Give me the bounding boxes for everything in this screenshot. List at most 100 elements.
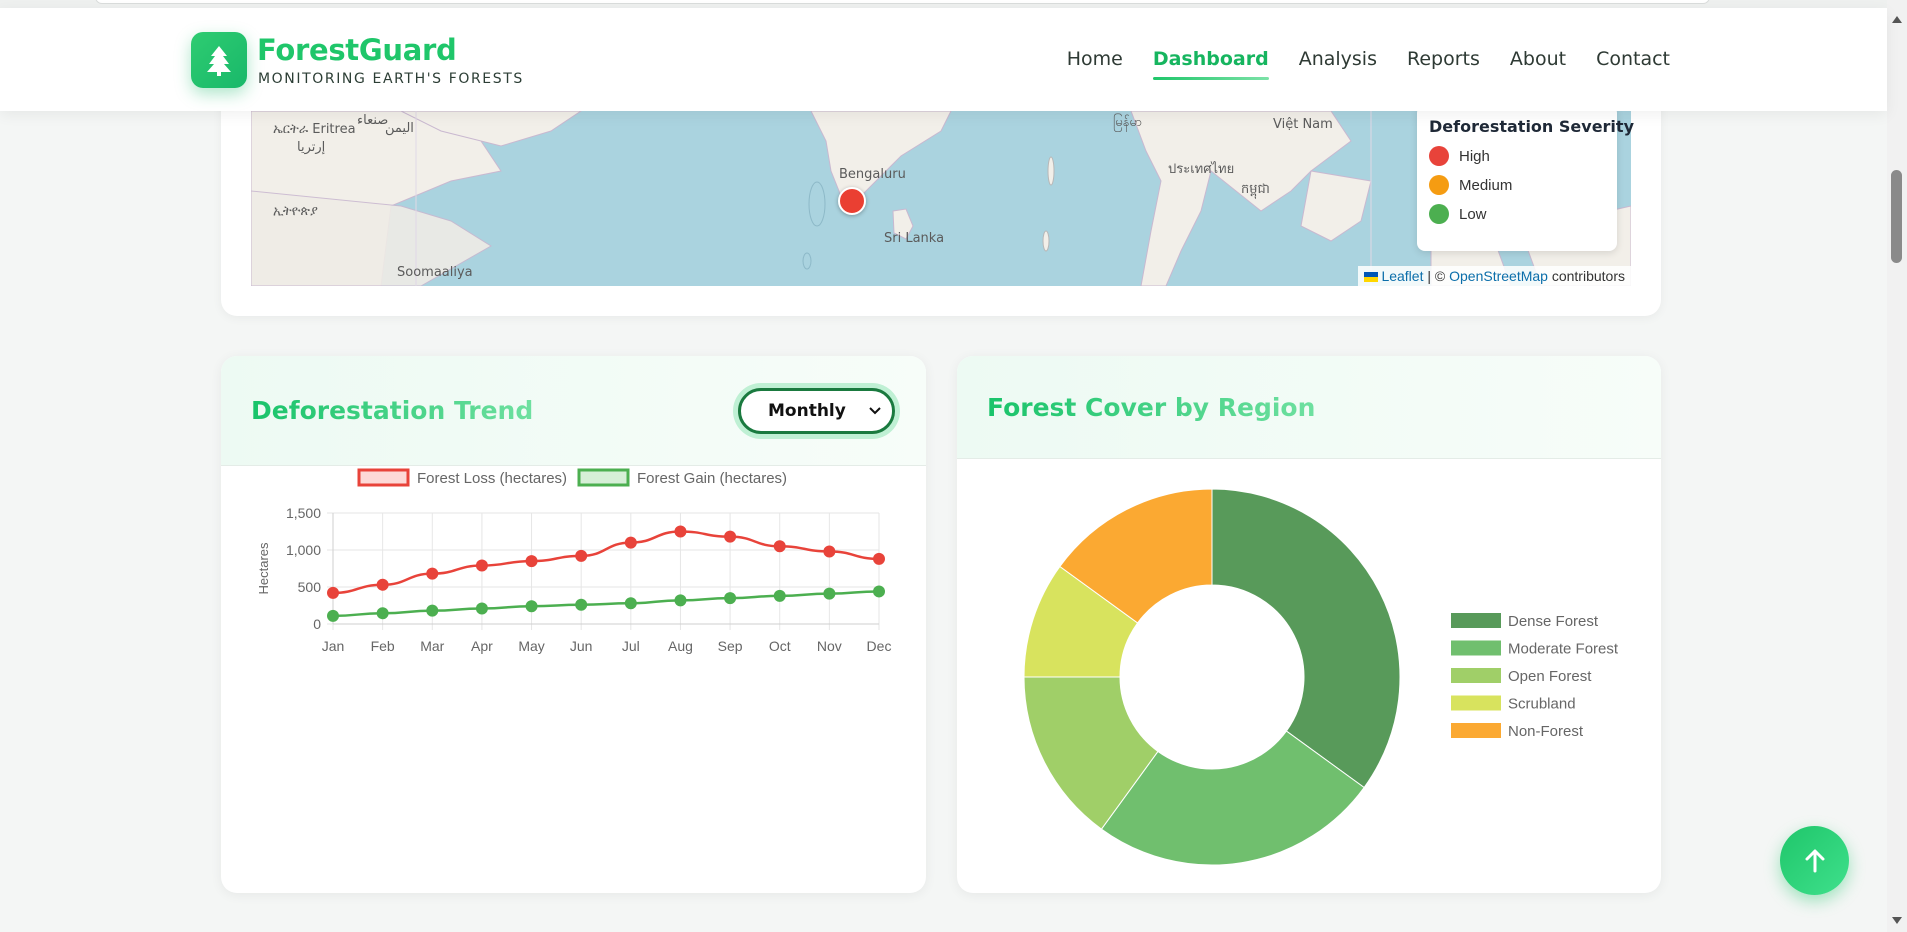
donut-slice: [1211, 488, 1401, 789]
legend-swatch: [1451, 668, 1501, 683]
tree-icon: [207, 46, 231, 76]
legend-label-medium: Medium: [1459, 176, 1513, 194]
legend-swatch: [1451, 640, 1501, 656]
period-select[interactable]: Monthly: [738, 388, 895, 434]
legend-label-loss: Forest Loss (hectares): [417, 470, 567, 487]
legend-swatch: [1451, 695, 1501, 711]
legend-item-high: High: [1429, 146, 1605, 166]
scroll-up-arrow-icon[interactable]: [1891, 14, 1903, 24]
legend-label: Moderate Forest: [1508, 641, 1619, 658]
legend-dot-medium: [1429, 175, 1449, 195]
data-point-gain: [525, 600, 538, 613]
map-label-eritrea: ኤርትራ Eritrea: [273, 122, 356, 137]
map-label-ethiopia: ኢትዮጵያ: [273, 204, 318, 219]
brand-name[interactable]: ForestGuard: [257, 33, 457, 67]
data-point-loss: [525, 555, 538, 568]
leaflet-link[interactable]: Leaflet: [1381, 268, 1423, 284]
chevron-down-icon: [869, 407, 881, 415]
data-point-loss: [475, 559, 488, 572]
legend-swatch: [1451, 723, 1501, 738]
deforestation-trend-card: Deforestation Trend Monthly 0 500 1,000 1,5…: [221, 356, 926, 893]
scroll-to-top-button[interactable]: [1780, 826, 1849, 895]
data-point-gain: [823, 587, 836, 600]
data-point-gain: [873, 585, 885, 598]
legend-label-low: Low: [1459, 205, 1487, 223]
x-tick-label: Mar: [420, 638, 444, 654]
data-point-gain: [724, 592, 737, 605]
scrollbar-thumb[interactable]: [1891, 170, 1902, 263]
logo[interactable]: [191, 32, 247, 88]
x-tick-label: Aug: [668, 638, 693, 654]
trend-chart: 0 500 1,000 1,500 Jan Feb Mar Apr May Jun Jul Aug Se…: [256, 468, 892, 654]
data-point-gain: [624, 597, 637, 610]
map-label-cambodia: កម្ពុជា: [1241, 182, 1270, 197]
forest-cover-card: Forest Cover by Region Dense Forest Moder…: [957, 356, 1661, 893]
nav-reports[interactable]: Reports: [1407, 48, 1480, 70]
map-label-myanmar: မြန်မာ: [1113, 115, 1143, 130]
address-bar-edge: [95, 0, 1710, 4]
data-point-loss: [376, 578, 389, 591]
nav-contact[interactable]: Contact: [1596, 48, 1670, 70]
map-label-somalia: Soomaaliya: [397, 265, 473, 280]
scroll-down-arrow-icon[interactable]: [1891, 916, 1903, 926]
data-point-gain: [575, 598, 588, 611]
x-tick-label: Dec: [867, 638, 892, 654]
series-line-gain: [332, 590, 880, 618]
x-tick-label: Apr: [471, 638, 493, 654]
data-point-loss: [674, 525, 687, 538]
nav-analysis[interactable]: Analysis: [1299, 48, 1377, 70]
x-tick-label: Jul: [622, 638, 640, 654]
data-point-loss: [724, 530, 737, 543]
data-point-loss: [624, 536, 637, 549]
page-scrollbar[interactable]: [1887, 0, 1907, 932]
map-label-sanaa: صنعاء: [357, 113, 389, 128]
data-point-loss: [575, 549, 588, 562]
nav-dashboard[interactable]: Dashboard: [1152, 48, 1269, 80]
x-tick-label: Nov: [817, 638, 842, 654]
period-select-value: Monthly: [768, 401, 846, 421]
y-axis-title: Hectares: [256, 542, 271, 595]
map-legend-title: Deforestation Severity: [1429, 117, 1634, 136]
x-tick-label: Feb: [371, 638, 395, 654]
x-tick-label: Jan: [322, 638, 345, 654]
trend-card-header: Deforestation Trend Monthly: [221, 356, 926, 466]
legend-swatch: [1451, 613, 1501, 628]
osm-link[interactable]: OpenStreetMap: [1449, 268, 1548, 284]
map-attribution: Leaflet | © OpenStreetMap contributors: [1358, 266, 1631, 286]
data-point-loss: [426, 567, 439, 580]
trend-card-title: Deforestation Trend: [251, 396, 534, 425]
legend-swatch-gain: [577, 468, 630, 487]
nav-home[interactable]: Home: [1067, 48, 1123, 70]
data-point-loss: [773, 540, 786, 553]
y-tick-label: 1,000: [286, 542, 321, 558]
x-tick-label: Sep: [718, 638, 743, 654]
data-point-gain: [426, 604, 439, 617]
x-tick-label: Jun: [570, 638, 593, 654]
forest-cover-chart: Dense Forest Moderate Forest Open Forest Sc…: [1023, 488, 1619, 866]
legend-label: Dense Forest: [1508, 613, 1599, 630]
map-label-vietnam: Việt Nam: [1273, 117, 1333, 132]
legend-label: Scrubland: [1508, 696, 1576, 713]
legend-label-gain: Forest Gain (hectares): [637, 470, 787, 487]
legend-swatch-loss: [357, 468, 410, 487]
legend-item-medium: Medium: [1429, 175, 1605, 195]
region-card-title: Forest Cover by Region: [987, 393, 1316, 422]
map-label-thailand: ประเทศไทย: [1168, 162, 1235, 177]
map-label-srilanka: Sri Lanka: [884, 231, 945, 246]
data-point-gain: [327, 609, 339, 622]
attribution-separator: | ©: [1423, 268, 1450, 284]
y-tick-label: 500: [298, 579, 322, 595]
x-tick-label: Oct: [769, 638, 791, 654]
y-tick-label: 0: [313, 616, 321, 632]
data-point-gain: [475, 602, 488, 615]
region-card-header: Forest Cover by Region: [957, 356, 1661, 459]
legend-dot-high: [1429, 146, 1449, 166]
y-tick-label: 1,500: [286, 505, 321, 521]
brand-tagline: MONITORING EARTH'S FORESTS: [258, 71, 524, 87]
nav-about[interactable]: About: [1510, 48, 1566, 70]
main-nav: Home Dashboard Analysis Reports About Co…: [1067, 48, 1670, 80]
x-tick-label: May: [518, 638, 544, 654]
legend-item-low: Low: [1429, 204, 1605, 224]
map-legend: Deforestation Severity High Medium Low: [1417, 105, 1634, 251]
map-marker-high-severity[interactable]: [838, 187, 866, 215]
